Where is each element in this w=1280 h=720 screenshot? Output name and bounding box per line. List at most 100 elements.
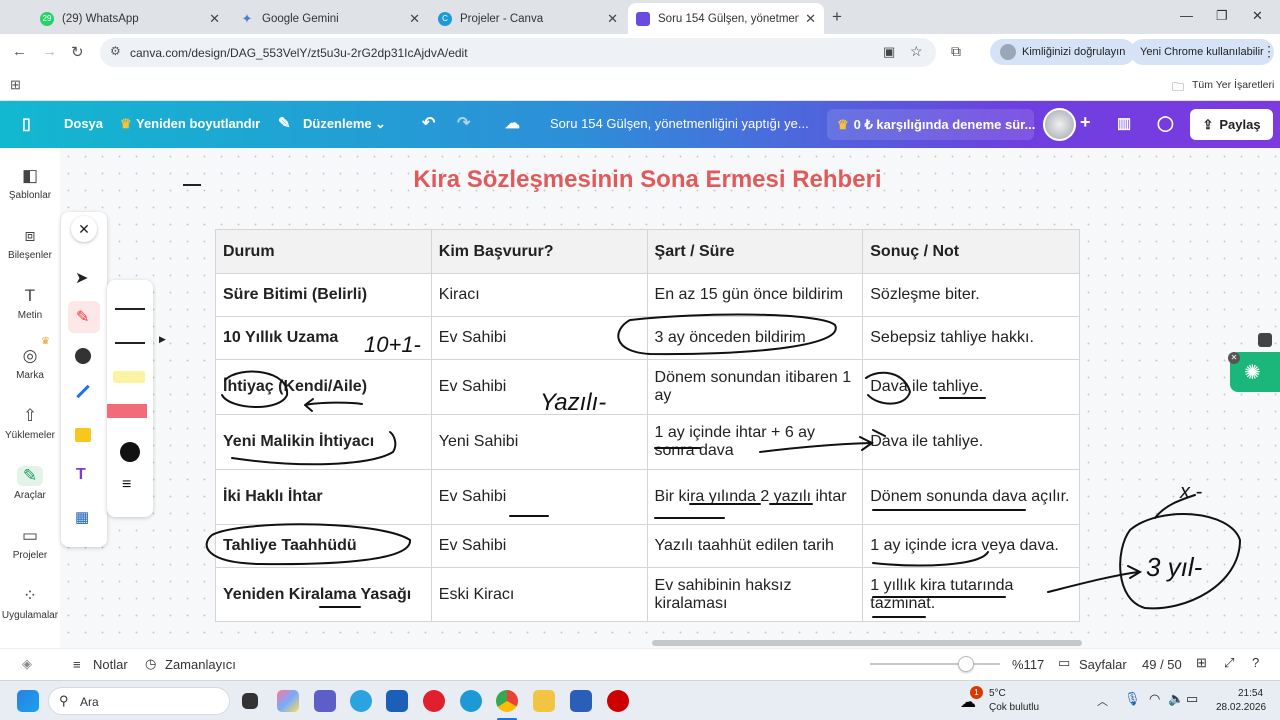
pages-button[interactable]: Sayfalar — [1079, 657, 1127, 672]
add-collaborator-icon[interactable]: + — [1080, 112, 1091, 133]
new-tab-icon[interactable]: + — [832, 7, 842, 27]
zoom-slider-track[interactable] — [870, 663, 1000, 665]
undo-icon[interactable]: ↶ — [422, 113, 435, 133]
rail-apps[interactable]: ⁘ Uygulamalar — [0, 586, 60, 621]
reload-icon[interactable]: ↻ — [71, 43, 84, 61]
clock-time[interactable]: 21:54 — [1238, 688, 1263, 699]
sticky-note-icon[interactable] — [75, 428, 91, 442]
tab-gemini[interactable]: ✦ Google Gemini ✕ — [232, 3, 428, 34]
opera-icon[interactable] — [423, 690, 445, 712]
new-chrome-pill[interactable]: Yeni Chrome kullanılabilir — [1130, 39, 1274, 65]
share-button[interactable]: ⇪ Paylaş — [1190, 109, 1273, 140]
chrome-icon[interactable] — [496, 690, 518, 712]
tools-icon: ✎ — [17, 466, 43, 486]
bookmark-star-icon[interactable]: ☆ — [910, 43, 923, 60]
microphone-icon[interactable]: 🎙 — [1124, 691, 1141, 707]
rail-templates[interactable]: ◧ Şablonlar — [0, 166, 60, 201]
fullscreen-icon[interactable]: ⤢ — [1224, 655, 1234, 671]
text-tool-icon[interactable]: T — [76, 466, 86, 484]
edit-mode-menu[interactable]: Düzenleme — [303, 116, 372, 131]
zoom-value[interactable]: %117 — [1012, 657, 1044, 672]
horizontal-scrollbar[interactable] — [652, 640, 1082, 646]
magic-icon[interactable]: ◈ — [22, 656, 32, 672]
grid-view-icon[interactable]: ⊞ — [1196, 655, 1207, 671]
teams-icon[interactable] — [314, 690, 336, 712]
weather-desc[interactable]: Çok bulutlu — [989, 702, 1039, 713]
close-window-icon[interactable]: ✕ — [1252, 8, 1263, 24]
pen-style-marker[interactable] — [115, 334, 145, 344]
identity-pill[interactable]: Kimliğinizi doğrulayın — [990, 39, 1136, 65]
rail-brand[interactable]: ◎ Marka — [0, 346, 60, 381]
rail-tools[interactable]: ✎ Araçlar — [0, 466, 60, 501]
table-tool-icon[interactable]: ▦ — [75, 508, 89, 526]
taskbar-search[interactable]: ⚲ Ara — [48, 687, 230, 715]
weather-temp[interactable]: 5°C — [989, 688, 1006, 699]
word-icon[interactable] — [570, 690, 592, 712]
file-menu[interactable]: Dosya — [64, 116, 103, 131]
resize-menu[interactable]: Yeniden boyutlandır — [136, 116, 260, 131]
highlighter-pink[interactable] — [107, 404, 147, 418]
copilot-icon[interactable] — [277, 690, 299, 712]
maximize-icon[interactable]: ❐ — [1216, 8, 1228, 24]
close-icon[interactable]: ✕ — [209, 11, 220, 27]
cloud-saved-icon[interactable]: ☁ — [505, 114, 520, 132]
rail-text[interactable]: T Metin — [0, 286, 60, 321]
battery-icon[interactable]: ▭ — [1186, 691, 1198, 707]
store-icon[interactable] — [386, 690, 408, 712]
close-icon[interactable]: ✕ — [607, 11, 618, 27]
file-explorer-icon[interactable] — [533, 690, 555, 712]
wifi-icon[interactable]: ◠ — [1149, 691, 1160, 707]
close-draw-button[interactable]: ✕ — [71, 216, 97, 242]
select-pointer-icon[interactable]: ➤ — [75, 268, 88, 288]
color-swatch-black[interactable] — [120, 442, 140, 462]
analytics-icon[interactable]: ▥ — [1117, 114, 1131, 132]
comment-icon[interactable]: ◯ — [1157, 114, 1174, 132]
rules-table-container[interactable]: Durum Kim Başvurur? Şart / Süre Sonuç / … — [215, 229, 1080, 622]
pen-tool-active[interactable]: ✎ — [68, 301, 100, 333]
avatar[interactable] — [1043, 108, 1076, 141]
forward-icon[interactable]: → — [42, 43, 57, 60]
menu-kebab-icon[interactable]: ⋮ — [1262, 43, 1276, 60]
document-title[interactable]: Soru 154 Gülşen, yönetmenliğini yaptığı … — [550, 116, 809, 131]
zoom-slider-thumb[interactable] — [958, 656, 974, 672]
close-icon[interactable]: ✕ — [805, 11, 816, 27]
sidebar-toggle-icon[interactable]: ▯ — [22, 114, 31, 134]
trial-button[interactable]: ♛ 0 ₺ karşılığında deneme sür... — [827, 109, 1035, 140]
highlighter-yellow[interactable] — [113, 371, 145, 383]
extensions-icon[interactable]: ⧉ — [951, 43, 961, 60]
timer-button[interactable]: Zamanlayıcı — [165, 657, 236, 672]
rail-uploads[interactable]: ⇧ Yüklemeler — [0, 406, 60, 441]
chevron-down-icon[interactable]: ⌄ — [375, 116, 386, 132]
eraser-icon[interactable] — [75, 348, 91, 364]
site-info-icon[interactable]: ⚙ — [110, 44, 121, 58]
volume-icon[interactable]: 🔈 — [1168, 691, 1184, 707]
ai-close-icon[interactable]: ✕ — [1228, 352, 1240, 364]
minimize-icon[interactable]: — — [1180, 8, 1193, 23]
rail-projects[interactable]: ▭ Projeler — [0, 526, 60, 561]
clipboard-icon[interactable]: ▣ — [883, 44, 895, 60]
pen-style-fine[interactable] — [115, 298, 145, 310]
url-input[interactable]: ⚙ canva.com/design/DAG_553VelY/zt5u3u-2r… — [100, 38, 936, 67]
tab-canva-projects[interactable]: C Projeler - Canva ✕ — [430, 3, 626, 34]
marker-icon[interactable] — [76, 384, 90, 399]
clock-date[interactable]: 28.02.2026 — [1216, 702, 1266, 713]
document-title-heading[interactable]: Kira Sözleşmesinin Sona Ermesi Rehberi — [215, 166, 1080, 194]
notes-side-icon[interactable] — [1258, 333, 1272, 347]
windows-start-icon[interactable] — [17, 690, 39, 712]
help-icon[interactable]: ? — [1252, 655, 1259, 670]
recorder-icon[interactable] — [607, 690, 629, 712]
redo-icon[interactable]: ↷ — [457, 113, 470, 133]
rail-elements[interactable]: ⧈ Bileşenler — [0, 226, 60, 261]
close-icon[interactable]: ✕ — [409, 11, 420, 27]
all-bookmarks-link[interactable]: Tüm Yer İşaretleri — [1192, 79, 1274, 91]
apps-grid-icon[interactable]: ⊞ — [10, 77, 21, 93]
telegram-icon[interactable] — [350, 690, 372, 712]
tab-canva-design[interactable]: Soru 154 Gülşen, yönetmenliğin ✕ — [628, 3, 824, 34]
task-view-icon[interactable] — [242, 693, 258, 709]
edge-icon[interactable] — [460, 690, 482, 712]
tab-whatsapp[interactable]: 29 (29) WhatsApp ✕ — [32, 3, 228, 34]
notes-button[interactable]: Notlar — [93, 657, 128, 672]
tray-chevron-icon[interactable]: ︿ — [1097, 693, 1108, 709]
stroke-weight-icon[interactable]: ≡ — [122, 476, 131, 494]
back-icon[interactable]: ← — [12, 43, 27, 60]
